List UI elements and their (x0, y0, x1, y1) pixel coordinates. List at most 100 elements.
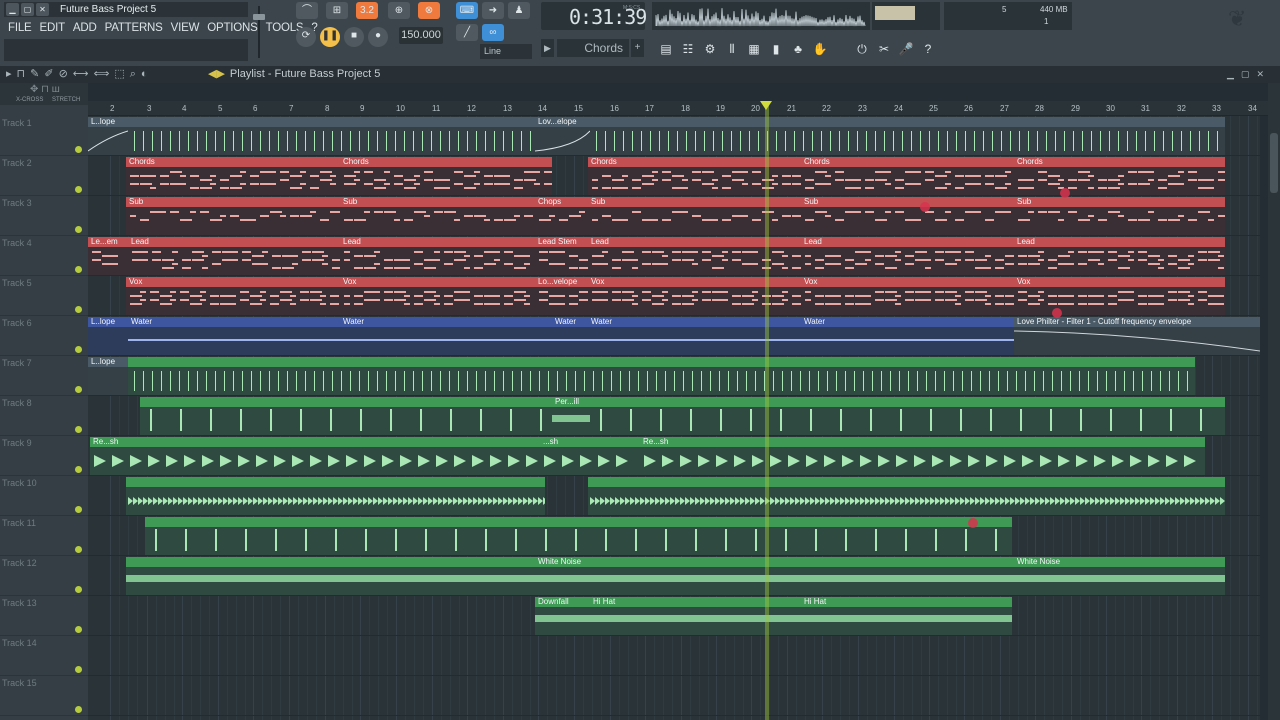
playlist-clip[interactable] (128, 357, 1195, 395)
close-icon[interactable]: ✕ (36, 3, 49, 16)
playlist-clip[interactable]: White Noise (535, 557, 1014, 595)
track-header[interactable]: Track 11 (0, 516, 88, 556)
zoom-icon[interactable]: ⌕ (130, 68, 136, 80)
playlist-clip[interactable]: Sub (1014, 197, 1225, 235)
pattern-name[interactable]: Chords (557, 39, 629, 57)
stretch-toggle[interactable]: STRETCH (52, 97, 80, 103)
playlist-clip[interactable]: ...sh (540, 437, 640, 475)
track-mute-led[interactable] (75, 226, 82, 233)
playlist-clip[interactable] (590, 117, 1225, 155)
playlist-clip[interactable]: Vox (1014, 277, 1225, 315)
track-mute-led[interactable] (75, 266, 82, 273)
playlist-clip[interactable] (588, 477, 1225, 515)
typing-keyboard-icon[interactable]: ⌨ (456, 2, 478, 19)
playlist-close-icon[interactable]: ✕ (1256, 69, 1264, 79)
playlist-clip[interactable]: Chords (1014, 157, 1225, 195)
loop-icon[interactable]: ⟳ (296, 27, 316, 47)
playlist-clip[interactable]: White Noise (1014, 557, 1225, 595)
loop-record-icon[interactable]: ⊞ (326, 2, 348, 19)
playlist-clip[interactable]: Lead (340, 237, 535, 275)
magnet-icon[interactable]: ⊓ (17, 68, 26, 80)
track-mute-led[interactable] (75, 186, 82, 193)
track-header[interactable]: Track 14 (0, 636, 88, 676)
menu-file[interactable]: FILE (8, 22, 32, 34)
track-mute-led[interactable] (75, 626, 82, 633)
playlist-clip[interactable]: Sub (801, 197, 1014, 235)
playlist-clip[interactable]: Lead (801, 237, 1014, 275)
menu-view[interactable]: VIEW (171, 22, 200, 34)
menu-patterns[interactable]: PATTERNS (105, 22, 163, 34)
track-header[interactable]: Track 10 (0, 476, 88, 516)
playlist-clip[interactable]: Water (801, 317, 1014, 355)
track-mute-led[interactable] (75, 386, 82, 393)
stamp-icon[interactable]: ♟ (508, 2, 530, 19)
playlist-clip[interactable]: Chops (535, 197, 588, 235)
playlist-clip[interactable]: Per...ill (552, 397, 590, 435)
playlist-clip[interactable]: Sub (340, 197, 535, 235)
minimize-icon[interactable]: ▁ (6, 3, 19, 16)
playlist-clip[interactable] (126, 557, 535, 595)
menu-edit[interactable]: EDIT (40, 22, 66, 34)
playlist-minimize-icon[interactable]: ▁ (1227, 69, 1234, 79)
vertical-scrollbar[interactable] (1268, 83, 1280, 720)
track-header[interactable]: Track 2 (0, 156, 88, 196)
track-mute-led[interactable] (75, 466, 82, 473)
playlist-clip[interactable]: Chords (801, 157, 1014, 195)
playlist-clip[interactable] (145, 517, 1012, 555)
channel-rack-icon[interactable]: ⚙ (700, 39, 720, 59)
playlist-clip[interactable]: Love Philter - Filter 1 - Cutoff frequen… (1014, 317, 1260, 355)
pencil-icon[interactable]: ╱ (456, 24, 478, 41)
track-header[interactable]: Track 3 (0, 196, 88, 236)
playlist-clip[interactable]: Hi Hat (801, 597, 1012, 635)
mode-badge[interactable]: 3.2 (356, 2, 378, 19)
playlist-clip[interactable]: Lead (1014, 237, 1225, 275)
playlist-clip[interactable]: Chords (126, 157, 340, 195)
playlist-clip[interactable]: Water (340, 317, 552, 355)
mute-icon[interactable]: ⟷ (73, 68, 89, 80)
track-mute-led[interactable] (75, 706, 82, 713)
pause-icon[interactable]: ❚❚ (320, 27, 340, 47)
playlist-clip[interactable]: Chords (588, 157, 801, 195)
playlist-clip[interactable]: Water (552, 317, 588, 355)
track-header[interactable]: Track 6 (0, 316, 88, 356)
power-icon[interactable]: ⏻ (852, 39, 872, 59)
track-mute-led[interactable] (75, 146, 82, 153)
playlist-clip[interactable]: Lead Stem (535, 237, 588, 275)
playlist-clip[interactable] (126, 477, 545, 515)
scroll-thumb[interactable] (1270, 133, 1278, 193)
add-pattern-button[interactable]: + (631, 39, 644, 57)
menu-options[interactable]: OPTIONS (207, 22, 258, 34)
playlist-clip[interactable]: Hi Hat (590, 597, 801, 635)
tempo-display[interactable]: 150.000 (399, 27, 443, 44)
help-icon[interactable]: ? (918, 39, 938, 59)
master-volume-slider[interactable] (253, 4, 265, 60)
timeline-ruler[interactable]: 2 3 4 5 6 7 8 9 10 11 12 13 14 15 16 17 18 19 20 21 22 23 24 25… (88, 101, 1268, 116)
mixer-icon[interactable]: ⫴ (722, 39, 742, 59)
tools-icon[interactable]: ✂ (874, 39, 894, 59)
playlist-icon[interactable]: ▤ (656, 39, 676, 59)
playlist-clip[interactable] (128, 117, 535, 155)
playhead-marker-icon[interactable] (760, 101, 772, 110)
playlist-clip[interactable]: Vox (588, 277, 801, 315)
paint-icon[interactable]: ✐ (44, 68, 53, 80)
wait-input-icon[interactable]: ⊗ (418, 2, 440, 19)
track-header[interactable]: Track 12 (0, 556, 88, 596)
playback-icon[interactable]: ◐ (141, 68, 148, 80)
track-mute-led[interactable] (75, 346, 82, 353)
playlist-clip[interactable]: Water (128, 317, 340, 355)
playlist-grid[interactable]: L..lope Lov...elope Chords Chords Chords Chor… (88, 116, 1260, 720)
playlist-maximize-icon[interactable]: ▢ (1241, 69, 1250, 79)
playlist-clip[interactable]: Sub (126, 197, 340, 235)
track-header[interactable]: Track 1 (0, 116, 88, 156)
x-cross-toggle[interactable]: X-CROSS (16, 97, 43, 103)
select-icon[interactable]: ⬚ (114, 68, 124, 80)
piano-roll-icon[interactable]: ☷ (678, 39, 698, 59)
playlist-clip[interactable]: Sub (588, 197, 801, 235)
touch-icon[interactable]: ✋ (810, 39, 830, 59)
playlist-clip[interactable]: L..lope (88, 357, 128, 395)
track-header[interactable]: Track 7 (0, 356, 88, 396)
pattern-arrow-icon[interactable]: ▶ (541, 39, 554, 57)
stop-icon[interactable]: ■ (344, 27, 364, 47)
snap-select[interactable]: Line (480, 44, 532, 59)
playlist-clip[interactable]: L..lope (88, 317, 128, 355)
